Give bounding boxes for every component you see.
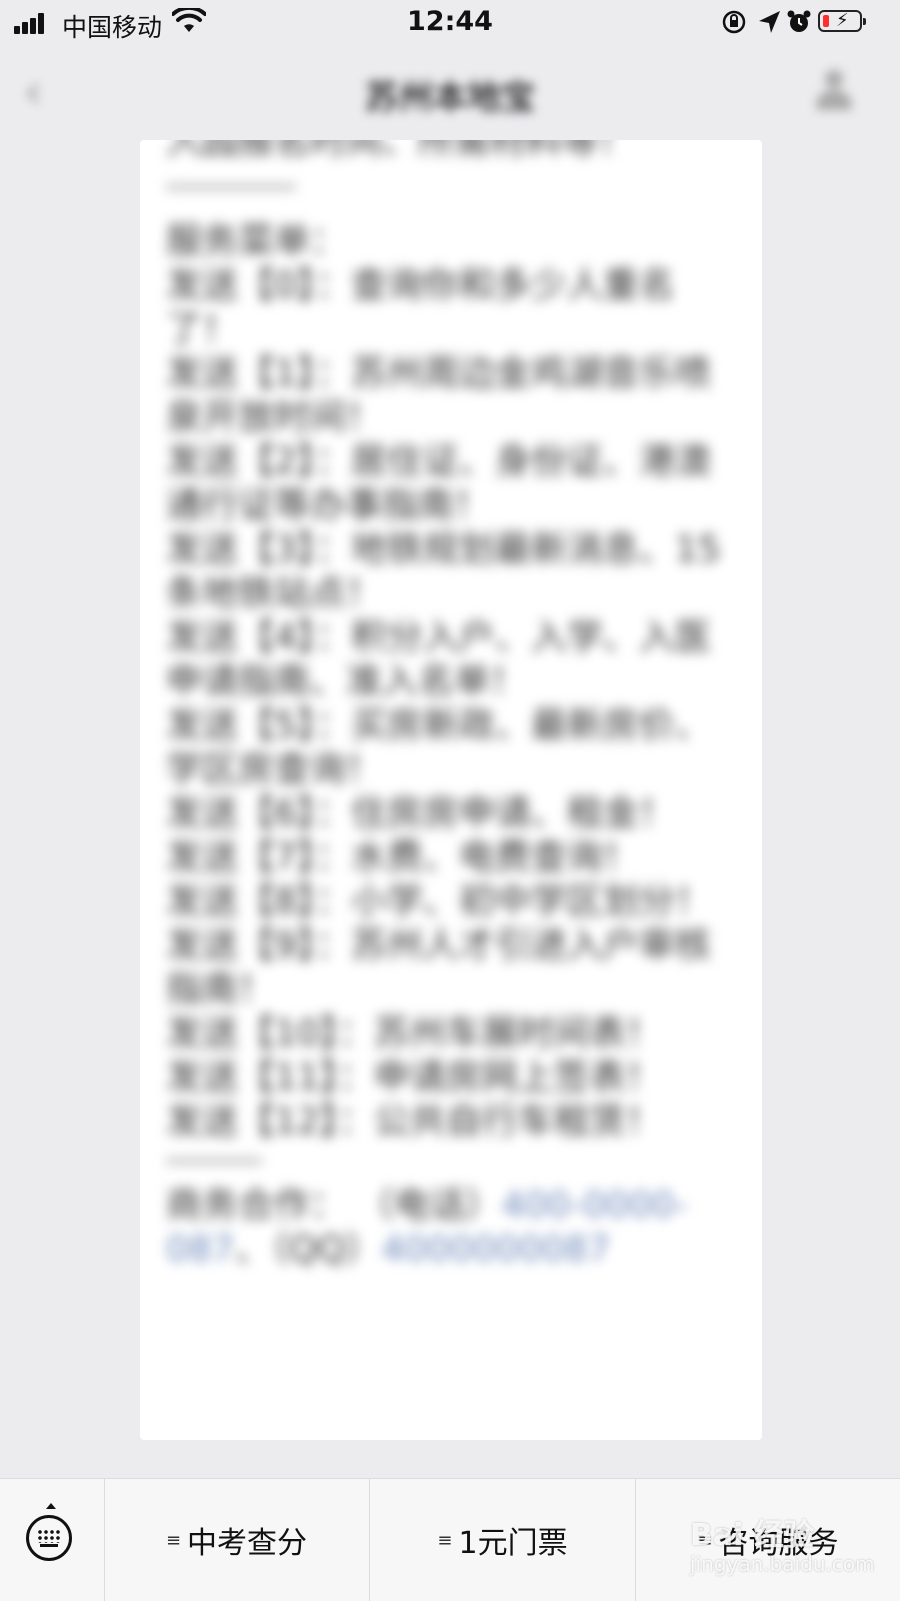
message-line: 发送【2】：居住证、身份证、港澳通行证等办事指南！ xyxy=(166,441,711,526)
keyboard-toggle-button[interactable] xyxy=(0,1479,105,1601)
caret-up-icon xyxy=(46,1503,56,1509)
message-line: 发送【10】：苏州车展时间表！ xyxy=(166,1013,662,1054)
contact-prefix: 商务合作： （电话） xyxy=(166,1185,502,1226)
page-title: 苏州本地宝 xyxy=(365,78,535,118)
menu-icon: ≡ xyxy=(437,1529,453,1551)
rotation-lock-icon xyxy=(722,10,746,34)
message-line: 发送【0】：查询你和多少人重名了！ xyxy=(166,265,675,350)
message-line: 发送【12】：公共自行车租赁！ xyxy=(166,1101,662,1142)
watermark-logo: Bai 经验 xyxy=(690,1518,814,1553)
status-bar: 中国移动 12:44 ⚡ xyxy=(0,0,900,46)
divider xyxy=(166,1158,262,1164)
nav-bar: ‹ 苏州本地宝 xyxy=(0,46,900,136)
message-text: 入园报名时间、所需材料等！ 服务菜单： 发送【0】：查询你和多少人重名了！ 发送… xyxy=(166,140,726,1272)
message-line: 发送【9】：苏州人才引进入户审核指南！ xyxy=(166,925,711,1010)
message-line: 发送【8】：小学、初中学区划分！ xyxy=(166,881,711,922)
alarm-icon xyxy=(787,10,811,32)
message-bubble: 入园报名时间、所需材料等！ 服务菜单： 发送【0】：查询你和多少人重名了！ 发送… xyxy=(140,140,762,1440)
contact-info: 商务合作： （电话）400-0000-087、（QQ）4000000087 xyxy=(166,1184,726,1272)
message-line: 发送【5】：买房新政、最新房价、学区房查询！ xyxy=(166,705,711,790)
message-line: 发送【3】：地铁规划最新消息、15条地铁站点！ xyxy=(166,529,721,614)
message-line: 发送【1】：苏州周边金鸡湖音乐喷泉开放时间！ xyxy=(166,353,711,438)
menu-icon: ≡ xyxy=(165,1529,182,1551)
menu-item-tickets[interactable]: ≡ 1元门票 xyxy=(370,1479,636,1601)
message-line: 发送【6】：住房房申请、租金！ xyxy=(166,793,675,834)
menu-item-score-query[interactable]: ≡ 中考查分 xyxy=(104,1479,370,1601)
watermark: Bai 经验 jingyan.baidu.com xyxy=(690,1490,890,1590)
divider xyxy=(166,184,296,190)
message-line: 服务菜单： xyxy=(166,221,347,262)
battery-charging-icon: ⚡ xyxy=(818,10,866,32)
menu-item-label: 中考查分 xyxy=(187,1526,308,1561)
message-line: 发送【11】：申请房网上签表！ xyxy=(166,1057,662,1098)
message-line: 入园报名时间、所需材料等！ xyxy=(166,140,635,162)
person-icon[interactable] xyxy=(814,70,854,112)
qq-link[interactable]: 4000000087 xyxy=(381,1229,610,1270)
location-icon xyxy=(759,11,780,33)
menu-item-label: 1元门票 xyxy=(458,1526,568,1561)
qq-prefix: 、（QQ） xyxy=(234,1229,382,1270)
watermark-url: jingyan.baidu.com xyxy=(690,1552,875,1576)
keyboard-icon xyxy=(26,1515,72,1561)
message-line: 发送【7】：水费、电费查询！ xyxy=(166,837,639,878)
message-line: 发送【4】：积分入户、入学、入医申请指南、准入名单！ xyxy=(166,617,711,702)
